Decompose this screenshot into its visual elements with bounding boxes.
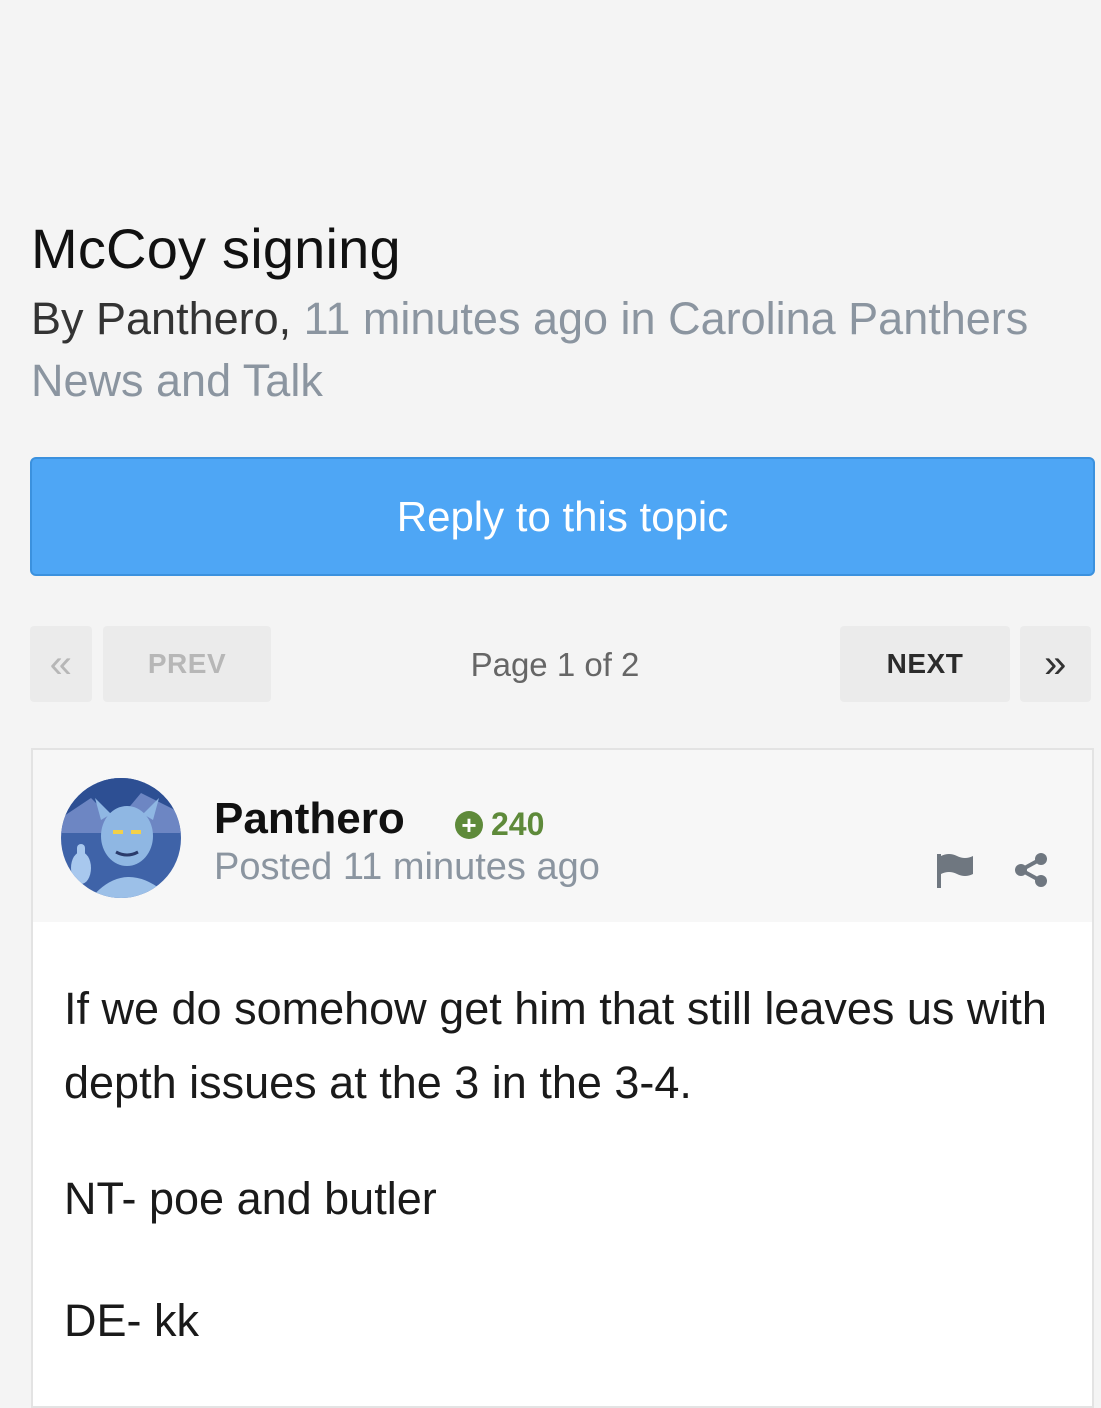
author-link[interactable]: By Panthero, bbox=[31, 293, 291, 344]
prev-button[interactable]: PREV bbox=[103, 626, 271, 702]
reputation-badge[interactable]: + 240 bbox=[455, 806, 544, 843]
next-button[interactable]: NEXT bbox=[840, 626, 1010, 702]
first-page-button[interactable]: « bbox=[30, 626, 92, 702]
post-author[interactable]: Panthero bbox=[214, 794, 405, 844]
post-card: Panthero + 240 Posted 11 minutes ago If … bbox=[31, 748, 1094, 1408]
plus-circle-icon: + bbox=[455, 810, 483, 839]
avatar[interactable] bbox=[61, 778, 181, 898]
flag-icon[interactable] bbox=[935, 852, 975, 888]
topic-title: McCoy signing bbox=[31, 217, 401, 280]
last-page-button[interactable]: » bbox=[1020, 626, 1091, 702]
double-chevron-right-icon: » bbox=[1044, 641, 1067, 686]
reputation-count: 240 bbox=[491, 806, 545, 842]
post-paragraph: NT- poe and butler bbox=[64, 1173, 437, 1224]
page-indicator[interactable]: Page 1 of 2 bbox=[400, 646, 710, 684]
reply-button[interactable]: Reply to this topic bbox=[30, 457, 1095, 576]
post-content: If we do somehow get him that still leav… bbox=[64, 972, 1054, 1352]
share-icon[interactable] bbox=[1013, 852, 1049, 888]
post-header: Panthero + 240 Posted 11 minutes ago bbox=[33, 750, 1092, 922]
post-paragraph: If we do somehow get him that still leav… bbox=[64, 983, 1047, 1108]
double-chevron-left-icon: « bbox=[49, 641, 73, 686]
post-paragraph: DE- kk bbox=[64, 1295, 199, 1346]
topic-meta: By Panthero, 11 minutes ago in Carolina … bbox=[31, 288, 1091, 412]
post-timestamp[interactable]: Posted 11 minutes ago bbox=[214, 846, 600, 889]
